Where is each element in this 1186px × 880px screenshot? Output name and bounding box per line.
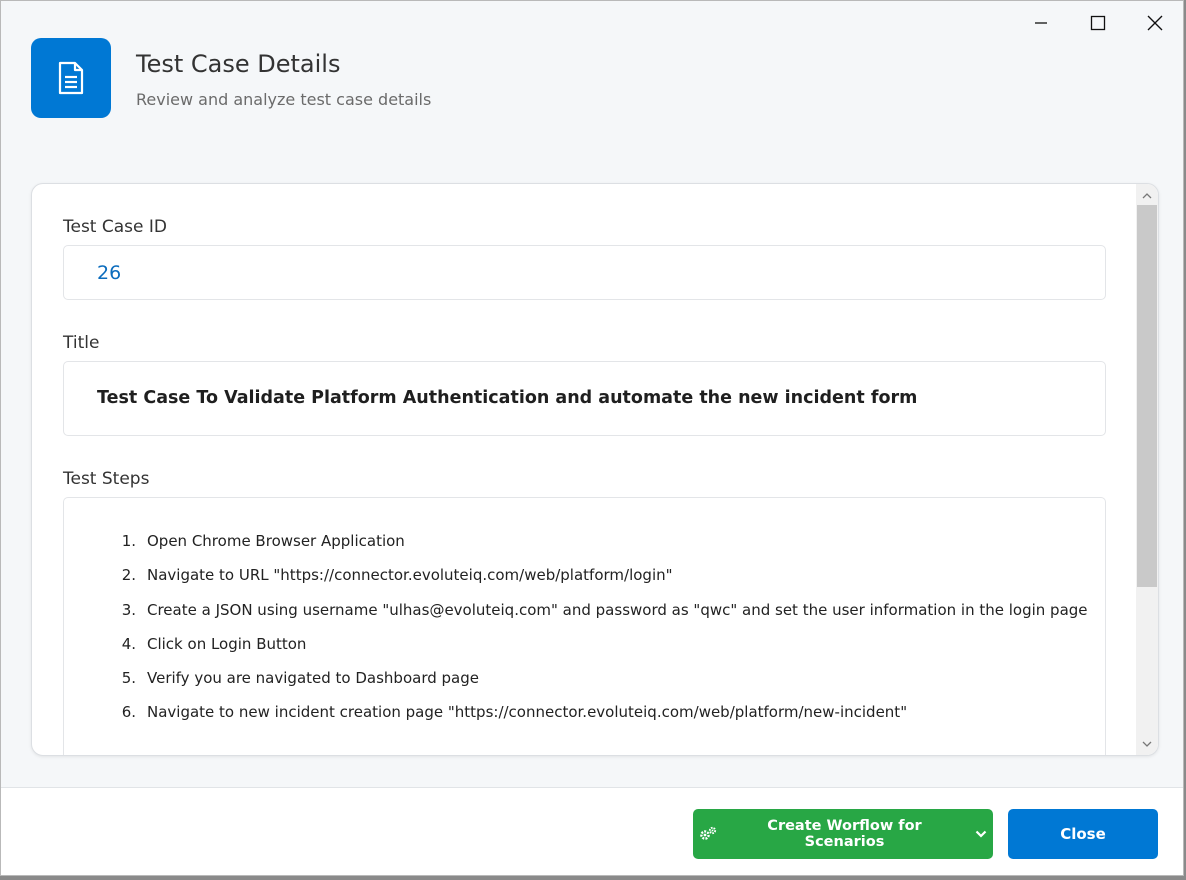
test-steps-label: Test Steps bbox=[63, 469, 150, 489]
test-step: 4. Click on Login Button bbox=[121, 634, 307, 653]
details-content: Test Case ID 26 Title Test Case To Valid… bbox=[32, 184, 1136, 755]
test-step: 5. Verify you are navigated to Dashboard … bbox=[121, 669, 479, 688]
test-step: 1. Open Chrome Browser Application bbox=[121, 532, 405, 550]
create-workflow-button[interactable]: Create Worflow for Scenarios bbox=[693, 809, 993, 859]
test-steps-field: 1. Open Chrome Browser Application 2. Navi… bbox=[63, 497, 1106, 755]
scrollbar[interactable] bbox=[1136, 184, 1158, 755]
minimize-icon[interactable] bbox=[1012, 1, 1069, 45]
page-title: Test Case Details bbox=[136, 50, 341, 78]
test-step: 2. Navigate to URL "https://connector.evo… bbox=[121, 566, 673, 585]
title-label: Title bbox=[63, 333, 100, 353]
document-icon bbox=[31, 38, 111, 118]
window-controls bbox=[1012, 1, 1183, 45]
test-case-id-label: Test Case ID bbox=[63, 217, 167, 237]
page-subtitle: Review and analyze test case details bbox=[136, 90, 432, 109]
close-icon[interactable] bbox=[1126, 1, 1183, 45]
title-value: Test Case To Validate Platform Authentic… bbox=[97, 388, 918, 408]
details-card: Test Case ID 26 Title Test Case To Valid… bbox=[31, 183, 1159, 756]
test-step: 3. Create a JSON using username "ulhas@ev… bbox=[121, 600, 1088, 619]
create-workflow-label: Create Worflow for Scenarios bbox=[767, 818, 922, 850]
scroll-thumb[interactable] bbox=[1137, 205, 1157, 587]
chevron-down-icon bbox=[975, 830, 987, 838]
test-case-id-value: 26 bbox=[97, 262, 122, 284]
footer-bar: Create Worflow for Scenarios Close bbox=[1, 787, 1183, 875]
test-case-details-window: Test Case Details Review and analyze tes… bbox=[0, 0, 1184, 876]
title-field: Test Case To Validate Platform Authentic… bbox=[63, 361, 1106, 436]
test-step: 6. Navigate to new incident creation page… bbox=[121, 703, 908, 722]
scroll-down-icon[interactable] bbox=[1136, 734, 1158, 754]
test-steps-list: 1. Open Chrome Browser Application 2. Navi… bbox=[97, 532, 1088, 738]
gears-icon bbox=[699, 826, 717, 842]
maximize-icon[interactable] bbox=[1069, 1, 1126, 45]
scroll-up-icon[interactable] bbox=[1136, 185, 1158, 205]
close-button[interactable]: Close bbox=[1008, 809, 1158, 859]
test-case-id-field: 26 bbox=[63, 245, 1106, 300]
